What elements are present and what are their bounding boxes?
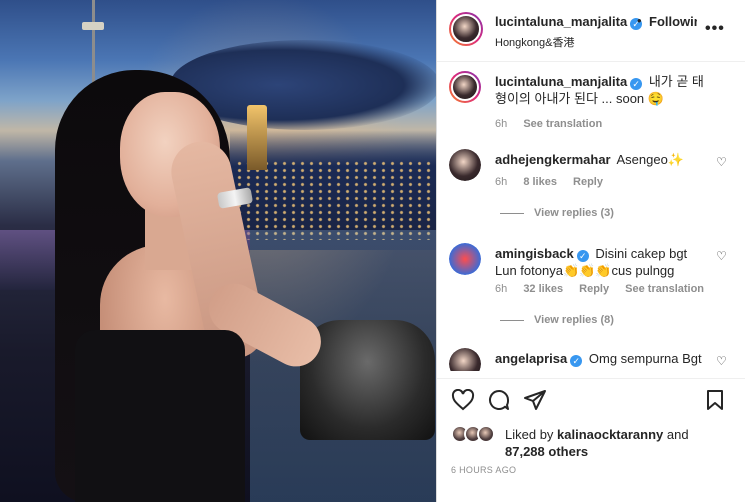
comment-time: 6h xyxy=(495,283,508,295)
comment-username[interactable]: adhejengkermahar xyxy=(495,152,611,167)
verified-icon: ✓ xyxy=(576,250,589,262)
comment-likes[interactable]: 8 likes xyxy=(523,176,557,188)
comment-text: Omg sempurna Bgt xyxy=(588,351,702,366)
author-avatar[interactable] xyxy=(449,71,481,103)
comment-time: 6h xyxy=(495,118,508,130)
verified-icon: ✓ xyxy=(630,78,643,90)
heart-icon[interactable]: ♡ xyxy=(716,155,727,169)
view-replies-button[interactable]: View replies (3) xyxy=(500,207,614,219)
following-button[interactable]: Following xyxy=(649,14,697,29)
commenter-avatar[interactable] xyxy=(449,243,481,275)
post-side-panel: lucintaluna_manjalita✓ • Following Hongk… xyxy=(436,0,745,502)
comment-time: 6h xyxy=(495,176,508,188)
action-bar xyxy=(437,378,745,418)
see-translation-button[interactable]: See translation xyxy=(523,118,602,130)
heart-icon[interactable]: ♡ xyxy=(716,249,727,263)
likes-others-link[interactable]: 87,288 others xyxy=(505,444,588,459)
black-top xyxy=(75,330,245,502)
comment-icon[interactable] xyxy=(487,389,511,411)
post-header: lucintaluna_manjalita✓ • Following Hongk… xyxy=(437,0,745,62)
post-photo[interactable] xyxy=(0,0,436,502)
comment-username[interactable]: angelaprisa ✓ xyxy=(495,351,583,367)
comment-username[interactable]: lucintaluna_manjalita ✓ xyxy=(495,74,643,90)
author-username[interactable]: lucintaluna_manjalita ✓ xyxy=(495,14,643,30)
reply-button[interactable]: Reply xyxy=(579,283,609,295)
location-link[interactable]: Hongkong&香港 xyxy=(495,34,575,50)
liker-username[interactable]: kalinaocktaranny xyxy=(557,427,663,442)
heart-icon[interactable]: ♡ xyxy=(716,354,727,368)
comment-username[interactable]: amingisback ✓ xyxy=(495,246,589,262)
commenter-avatar[interactable] xyxy=(449,348,481,371)
share-icon[interactable] xyxy=(523,389,547,411)
verified-icon: ✓ xyxy=(570,355,583,367)
commenter-avatar[interactable] xyxy=(449,149,481,181)
more-icon[interactable]: ••• xyxy=(705,20,725,38)
likes-summary: Liked by kalinaocktaranny and 87,288 oth… xyxy=(451,423,741,463)
comments-list[interactable]: lucintaluna_manjalita ✓ 내가 곧 태형이의 아내가 된다 … xyxy=(437,63,745,371)
comment-text: Asengeo✨ xyxy=(616,152,685,167)
tower xyxy=(247,105,267,170)
see-translation-button[interactable]: See translation xyxy=(625,283,704,295)
view-replies-button[interactable]: View replies (8) xyxy=(500,314,614,326)
comment-likes[interactable]: 32 likes xyxy=(523,283,563,295)
reply-button[interactable]: Reply xyxy=(573,176,603,188)
post-timestamp[interactable]: 6 HOURS AGO xyxy=(451,465,516,475)
heart-icon[interactable] xyxy=(451,389,475,411)
liker-avatars[interactable] xyxy=(451,425,499,445)
lamp xyxy=(82,22,104,30)
bookmark-icon[interactable] xyxy=(705,389,725,411)
city-lights xyxy=(235,160,435,240)
author-avatar[interactable] xyxy=(449,12,483,46)
separator-dot: • xyxy=(637,13,642,28)
